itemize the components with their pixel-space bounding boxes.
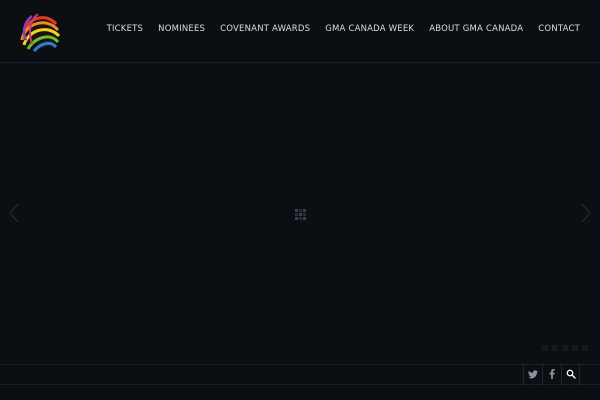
facebook-button[interactable] [542,363,561,385]
twitter-button[interactable] [523,363,542,385]
chevron-left-icon[interactable] [8,203,20,223]
nav-item-covenant-awards[interactable]: COVENANT AWARDS [220,24,310,34]
slider-dot[interactable] [582,345,588,351]
chevron-right-icon[interactable] [580,203,592,223]
bottom-bar [0,364,600,385]
main-nav: TICKETS NOMINEES COVENANT AWARDS GMA CAN… [107,24,580,34]
nav-item-about-gma-canada[interactable]: ABOUT GMA CANADA [429,24,523,34]
slider-dot[interactable] [562,345,568,351]
nav-item-gma-canada-week[interactable]: GMA CANADA WEEK [325,24,414,34]
loading-icon [295,209,306,220]
nav-item-tickets[interactable]: TICKETS [107,24,144,34]
slider-dot[interactable] [552,345,558,351]
nav-item-nominees[interactable]: NOMINEES [158,24,205,34]
slider-dot[interactable] [572,345,578,351]
search-icon [566,369,576,379]
gma-globe-logo-icon[interactable] [16,10,62,52]
nav-item-contact[interactable]: CONTACT [538,24,580,34]
footer-strip [0,386,600,400]
search-button[interactable] [561,363,580,385]
slider-pagination [542,345,588,351]
facebook-icon [549,369,555,379]
page: TICKETS NOMINEES COVENANT AWARDS GMA CAN… [0,0,600,400]
slider-dot[interactable] [542,345,548,351]
twitter-icon [528,369,538,378]
hero-slider [0,63,600,365]
site-header: TICKETS NOMINEES COVENANT AWARDS GMA CAN… [0,0,600,63]
social-toolbar [523,363,580,385]
